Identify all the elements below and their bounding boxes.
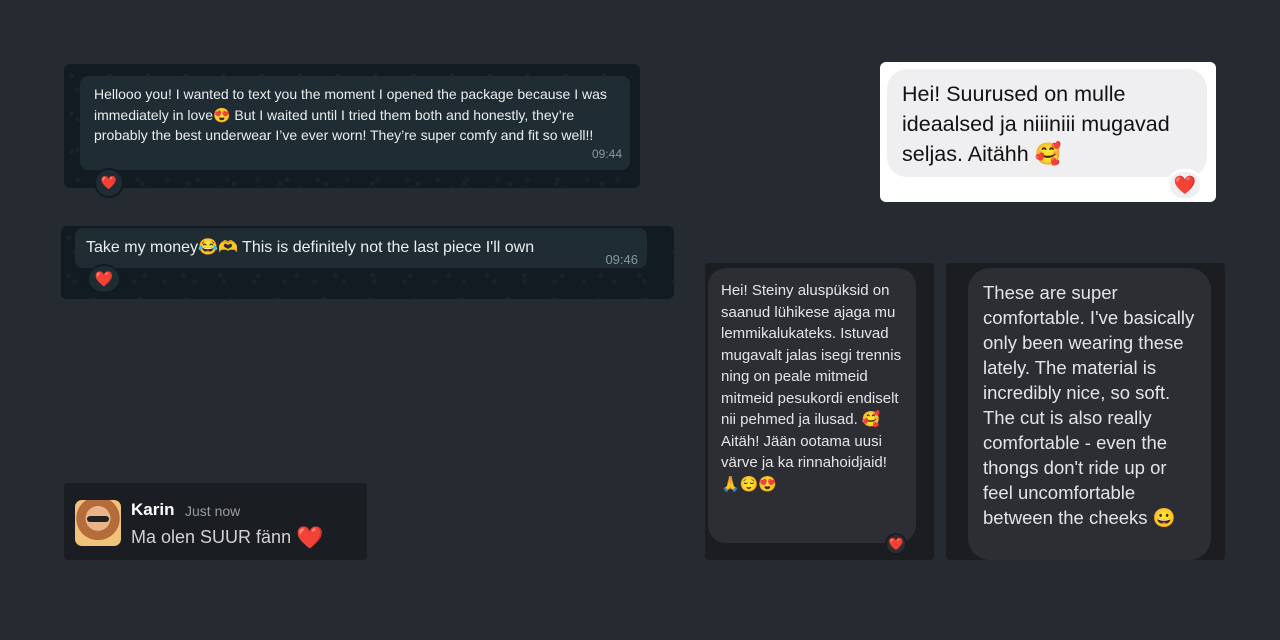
- message-bubble[interactable]: Hei! Steiny aluspüksid on saanud lühikes…: [708, 268, 916, 543]
- sender-name[interactable]: Karin: [131, 500, 174, 520]
- heart-reaction-icon[interactable]: ❤️: [94, 168, 124, 198]
- message-time: 09:44: [591, 146, 622, 161]
- message-text: Ma olen SUUR fänn: [131, 527, 292, 547]
- heart-reaction-icon[interactable]: ❤️: [87, 264, 121, 294]
- message-text-row: Ma olen SUUR fänn ❤️: [131, 525, 323, 551]
- heart-reaction-icon[interactable]: ❤️: [885, 533, 907, 555]
- heart-icon: ❤️: [296, 525, 324, 550]
- message-text: Take my money😂🫶 This is definitely not t…: [86, 239, 535, 256]
- message-text: These are super comfortable. I've basica…: [983, 282, 1195, 528]
- message-bubble[interactable]: These are super comfortable. I've basica…: [968, 268, 1211, 560]
- message-bubble[interactable]: Hei! Suurused on mulle ideaalsed ja niii…: [887, 69, 1207, 177]
- message-bubble[interactable]: Take my money😂🫶 This is definitely not t…: [75, 228, 647, 268]
- message-text: Hei! Steiny aluspüksid on saanud lühikes…: [721, 282, 902, 493]
- whatsapp-message-panel-1: Hellooo you! I wanted to text you the mo…: [64, 64, 640, 198]
- message-time: Just now: [185, 503, 241, 519]
- slack-message-panel: Karin Just now Ma olen SUUR fänn ❤️: [64, 483, 367, 560]
- message-time: 09:46: [605, 252, 638, 267]
- avatar[interactable]: [75, 500, 121, 546]
- whatsapp-message-panel-2: Take my money😂🫶 This is definitely not t…: [61, 226, 674, 299]
- avatar-glasses: [87, 516, 109, 522]
- dm-panel-estonian: Hei! Steiny aluspüksid on saanud lühikes…: [705, 263, 934, 560]
- message-text: Hei! Suurused on mulle ideaalsed ja niii…: [902, 82, 1170, 166]
- message-text: Hellooo you! I wanted to text you the mo…: [94, 86, 607, 143]
- message-bubble[interactable]: Hellooo you! I wanted to text you the mo…: [80, 76, 630, 170]
- heart-reaction-icon[interactable]: ❤️: [1167, 169, 1203, 201]
- light-message-panel: Hei! Suurused on mulle ideaalsed ja niii…: [880, 62, 1216, 202]
- dm-panel-english: These are super comfortable. I've basica…: [946, 263, 1225, 560]
